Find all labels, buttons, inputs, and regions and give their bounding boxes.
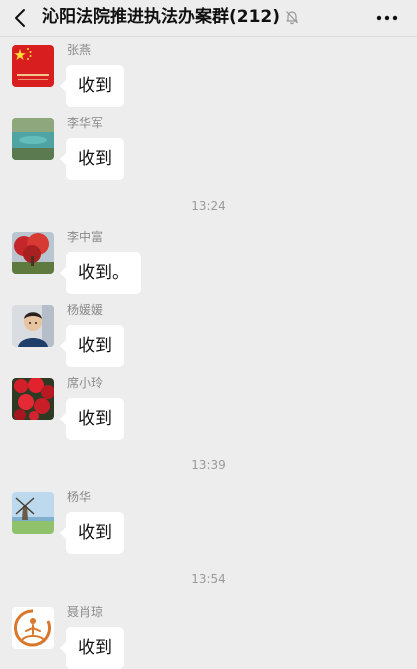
sender-name: 杨媛媛: [67, 303, 104, 317]
more-button[interactable]: [374, 10, 400, 24]
lake-avatar: [12, 118, 54, 160]
windmill-avatar: [12, 492, 54, 534]
red-flowers-avatar: [12, 378, 54, 420]
flag-avatar: [12, 45, 54, 87]
child-avatar: [12, 305, 54, 347]
message-list[interactable]: 张燕 收到 李华军 收到 13:24 李中富 收到。 杨媛媛 收到 席小玲 收到…: [0, 37, 417, 669]
red-tree-avatar: [12, 232, 54, 274]
avatar[interactable]: [12, 378, 54, 420]
chat-title: 沁阳法院推进执法办案群(212): [42, 7, 281, 27]
timestamp: 13:24: [191, 199, 226, 213]
message-bubble[interactable]: 收到。: [60, 252, 141, 294]
meditation-logo-avatar: [12, 607, 54, 649]
message-bubble[interactable]: 收到: [60, 398, 124, 440]
timestamp: 13:39: [191, 458, 226, 472]
ellipsis-icon: [376, 15, 398, 21]
message-bubble[interactable]: 收到: [60, 627, 124, 669]
timestamp: 13:54: [191, 572, 226, 586]
message-bubble[interactable]: 收到: [60, 512, 124, 554]
sender-name: 席小玲: [67, 376, 104, 390]
back-button[interactable]: [10, 6, 32, 30]
avatar[interactable]: [12, 305, 54, 347]
chevron-left-icon: [15, 9, 25, 27]
avatar[interactable]: [12, 45, 54, 87]
sender-name: 杨华: [67, 490, 92, 504]
message-bubble[interactable]: 收到: [60, 138, 124, 180]
avatar[interactable]: [12, 232, 54, 274]
avatar[interactable]: [12, 492, 54, 534]
chat-header: 沁阳法院推进执法办案群(212): [0, 0, 417, 37]
avatar[interactable]: [12, 607, 54, 649]
sender-name: 张燕: [67, 43, 92, 57]
bell-off-icon: [284, 9, 300, 25]
message-bubble[interactable]: 收到: [60, 65, 124, 107]
sender-name: 李中富: [67, 230, 104, 244]
message-bubble[interactable]: 收到: [60, 325, 124, 367]
avatar[interactable]: [12, 118, 54, 160]
sender-name: 李华军: [67, 116, 104, 130]
sender-name: 聂肖琼: [67, 605, 104, 619]
